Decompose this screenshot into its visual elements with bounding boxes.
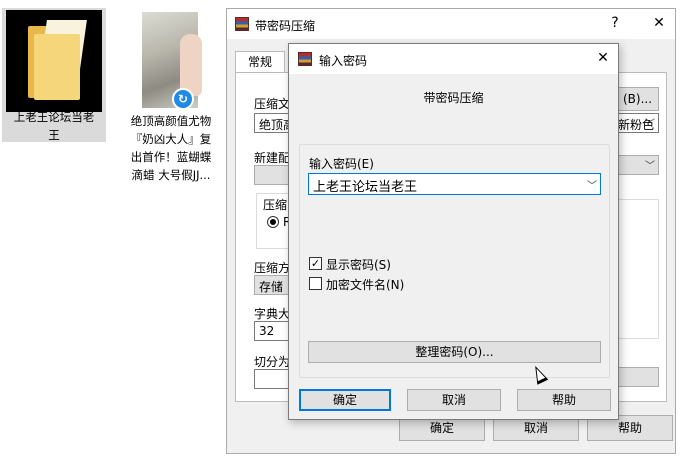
password-input[interactable]: 上老王论坛当老王 ﹀ <box>308 173 601 195</box>
app-badge-icon: ↻ <box>172 88 194 110</box>
password-ok-button[interactable]: 确定 <box>299 389 391 411</box>
password-help-button[interactable]: 帮助 <box>517 389 611 411</box>
compress-format-label: 压缩 <box>263 198 288 212</box>
split-volume-label: 切分为 <box>254 355 291 369</box>
options-groupbox <box>614 199 659 339</box>
password-dialog-heading: 带密码压缩 <box>423 91 484 105</box>
tab-general[interactable]: 常规 <box>235 51 285 73</box>
chevron-down-icon: ﹀ <box>645 161 655 172</box>
archive-name-label: 压缩文 <box>254 97 291 111</box>
encrypt-filenames-label: 加密文件名(N) <box>326 278 405 292</box>
chevron-down-icon: ﹀ <box>587 181 597 192</box>
password-label: 输入密码(E) <box>309 157 374 171</box>
password-dialog: 输入密码 ✕ 带密码压缩 输入密码(E) 上老王论坛当老王 ﹀ ✓ 显示密码(S… <box>288 43 619 420</box>
dict-size-label: 字典大 <box>254 307 291 321</box>
compress-method-label: 压缩方 <box>254 261 291 275</box>
profile-select-right[interactable]: ﹀ <box>614 155 659 175</box>
organize-passwords-button[interactable]: 整理密码(O)... <box>308 341 601 363</box>
desktop-image-label: 绝顶高颜值尤物 『奶凶大人』复 出首作！蓝蝴蝶 滴蜡 大号假JJ... <box>130 114 212 182</box>
new-profile-label: 新建配 <box>254 151 291 165</box>
archive-dialog-titlebar[interactable]: 带密码压缩 ? ✕ <box>227 9 675 39</box>
help-title-button[interactable]: ? <box>605 15 625 31</box>
update-mode-select[interactable]: 新粉色 ﹀ <box>614 113 659 133</box>
password-dialog-titlebar[interactable]: 输入密码 ✕ <box>289 44 618 74</box>
encrypt-filenames-checkbox[interactable] <box>309 277 322 290</box>
desktop-image-item[interactable]: ↻ 绝顶高颜值尤物 『奶凶大人』复 出首作！蓝蝴蝶 滴蜡 大号假JJ... <box>120 8 222 182</box>
desktop-folder-item[interactable]: 上老王论坛当老 王 <box>2 8 106 142</box>
close-icon[interactable]: ✕ <box>593 50 613 66</box>
show-password-checkbox[interactable]: ✓ <box>309 257 322 270</box>
desktop-folder-label: 上老王论坛当老 王 <box>13 110 95 142</box>
archive-dialog-title: 带密码压缩 <box>255 19 316 33</box>
password-groupbox: 输入密码(E) 上老王论坛当老王 ﹀ ✓ 显示密码(S) 加密文件名(N) 整理… <box>299 144 610 378</box>
rar-radio[interactable] <box>267 216 279 228</box>
folder-icon <box>6 10 102 112</box>
winrar-icon <box>235 17 249 31</box>
show-password-label: 显示密码(S) <box>326 258 391 272</box>
password-cancel-button[interactable]: 取消 <box>407 389 501 411</box>
split-unit-select[interactable] <box>614 367 659 387</box>
close-icon[interactable]: ✕ <box>649 15 669 31</box>
password-dialog-title: 输入密码 <box>319 54 368 68</box>
browse-button[interactable]: (B)... <box>614 87 659 111</box>
chevron-down-icon: ﹀ <box>645 119 655 130</box>
winrar-icon <box>298 52 312 66</box>
